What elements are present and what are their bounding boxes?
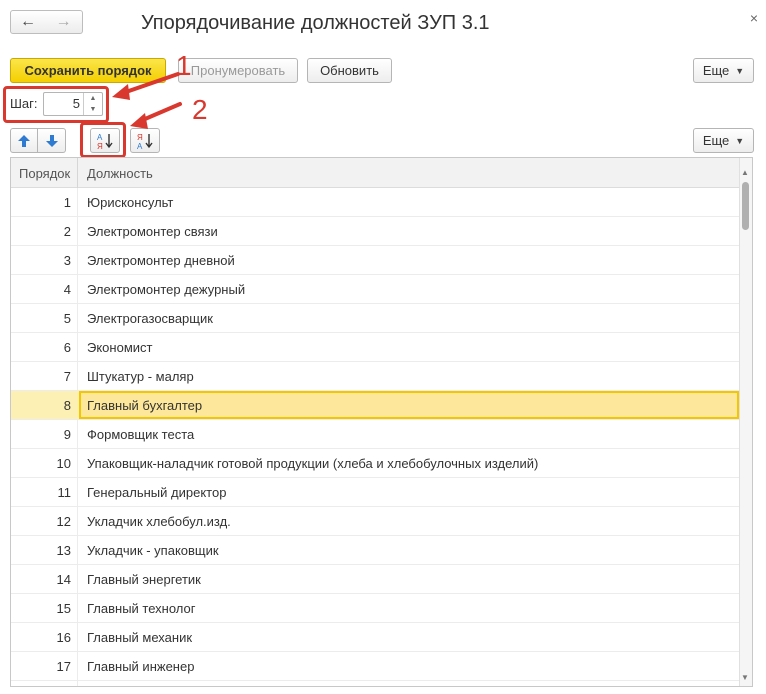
row-position-name: Упаковщик-наладчик готовой продукции (хл… — [87, 456, 539, 471]
table-row[interactable]: 8 Главный бухгалтер — [11, 391, 741, 420]
row-position-name: Юрисконсульт — [87, 195, 174, 210]
row-order-number: 9 — [63, 427, 71, 442]
row-order-number: 1 — [63, 195, 71, 210]
column-divider — [77, 158, 78, 188]
row-order-number: 5 — [63, 311, 71, 326]
row-order-number: 4 — [63, 282, 71, 297]
move-down-button[interactable] — [38, 128, 66, 153]
row-order-number: 13 — [56, 543, 71, 558]
scrollbar-thumb[interactable] — [742, 182, 749, 230]
row-position-name: Главный энергетик — [87, 572, 201, 587]
scroll-up-icon[interactable]: ▲ — [741, 168, 749, 177]
row-position-name: Генеральный директор — [87, 485, 227, 500]
row-order-number: 10 — [56, 456, 71, 471]
refresh-button[interactable]: Обновить — [307, 58, 392, 83]
table-row[interactable]: 16 Главный механик — [11, 623, 741, 652]
table-row[interactable]: 14 Главный энергетик — [11, 565, 741, 594]
table-row[interactable]: 10 Упаковщик-наладчик готовой продукции (… — [11, 449, 741, 478]
row-position-name: Электромонтер дневной — [87, 253, 235, 268]
row-position-name: Укладчик хлебобул.изд. — [87, 514, 231, 529]
renumber-label: Пронумеровать — [190, 63, 286, 78]
chevron-down-icon: ▼ — [735, 65, 745, 76]
row-order-number: 6 — [63, 340, 71, 355]
row-order-number: 16 — [56, 630, 71, 645]
renumber-button[interactable]: Пронумеровать — [178, 58, 298, 83]
annotation-box-1 — [3, 86, 109, 123]
positions-table[interactable]: Порядок Должность 1 Юрисконсульт 2 Электром… — [10, 157, 753, 687]
table-more-menu-button[interactable]: Еще ▼ — [693, 128, 754, 153]
column-header-position[interactable]: Должность — [87, 166, 153, 181]
row-order-number: 12 — [56, 514, 71, 529]
arrow-left-icon: ← — [20, 13, 36, 30]
table-row[interactable]: 1 Юрисконсульт — [11, 188, 741, 217]
chevron-down-icon: ▼ — [735, 135, 745, 146]
table-row[interactable]: 4 Электромонтер дежурный — [11, 275, 741, 304]
row-order-number: 17 — [56, 659, 71, 674]
table-row[interactable]: 3 Электромонтер дневной — [11, 246, 741, 275]
row-position-name: Штукатур - маляр — [87, 369, 194, 384]
table-row[interactable]: 15 Главный технолог — [11, 594, 741, 623]
row-position-name: Электромонтер дежурный — [87, 282, 246, 297]
vertical-scrollbar[interactable]: ▲ ▼ — [739, 158, 752, 686]
annotation-number-2: 2 — [192, 94, 208, 125]
table-row[interactable]: 6 Экономист — [11, 333, 741, 362]
table-row[interactable]: 12 Укладчик хлебобул.изд. — [11, 507, 741, 536]
table-row[interactable]: 17 Главный инженер — [11, 652, 741, 681]
row-order-number: 3 — [63, 253, 71, 268]
table-row[interactable]: 13 Укладчик - упаковщик — [11, 536, 741, 565]
scroll-down-icon[interactable]: ▼ — [741, 673, 749, 682]
table-row[interactable]: 11 Генеральный директор — [11, 478, 741, 507]
row-order-number: 11 — [57, 485, 72, 500]
row-order-number: 15 — [56, 601, 71, 616]
back-button[interactable]: ← — [10, 10, 46, 34]
arrow-down-icon — [45, 134, 58, 147]
row-position-name: Электромонтер связи — [87, 224, 218, 239]
forward-button[interactable]: → — [45, 10, 83, 34]
row-position-name: Укладчик - упаковщик — [87, 543, 219, 558]
annotation-arrows — [112, 72, 182, 129]
arrow-right-icon: → — [55, 13, 72, 30]
row-position-name: Главный бухгалтер — [87, 398, 203, 413]
row-order-number: 14 — [56, 572, 71, 587]
row-position-name: Электрогазосварщик — [87, 311, 213, 326]
table-row[interactable]: 7 Штукатур - маляр — [11, 362, 741, 391]
more-menu-button[interactable]: Еще ▼ — [693, 58, 754, 83]
table-row[interactable]: 5 Электрогазосварщик — [11, 304, 741, 333]
refresh-label: Обновить — [320, 63, 379, 78]
table-header: Порядок Должность — [11, 158, 741, 188]
column-header-order[interactable]: Порядок — [19, 166, 70, 181]
row-position-name: Главный механик — [87, 630, 193, 645]
page-title: Упорядочивание должностей ЗУП 3.1 — [141, 12, 490, 34]
row-position-name: Главный технолог — [87, 601, 196, 616]
row-position-name: Формовщик теста — [87, 427, 195, 442]
row-position-name: Главный инженер — [87, 659, 195, 674]
move-up-button[interactable] — [10, 128, 38, 153]
table-more-label: Еще — [702, 133, 730, 148]
row-position-name: Экономист — [87, 340, 153, 355]
row-order-number: 2 — [63, 224, 71, 239]
more-label: Еще — [702, 63, 730, 78]
arrow-up-icon — [18, 134, 30, 147]
close-icon[interactable]: × — [750, 10, 758, 26]
row-order-number: 8 — [63, 398, 71, 413]
table-row[interactable]: 2 Электромонтер связи — [11, 217, 741, 246]
row-order-number: 7 — [63, 369, 71, 384]
table-row[interactable]: 9 Формовщик теста — [11, 420, 741, 449]
